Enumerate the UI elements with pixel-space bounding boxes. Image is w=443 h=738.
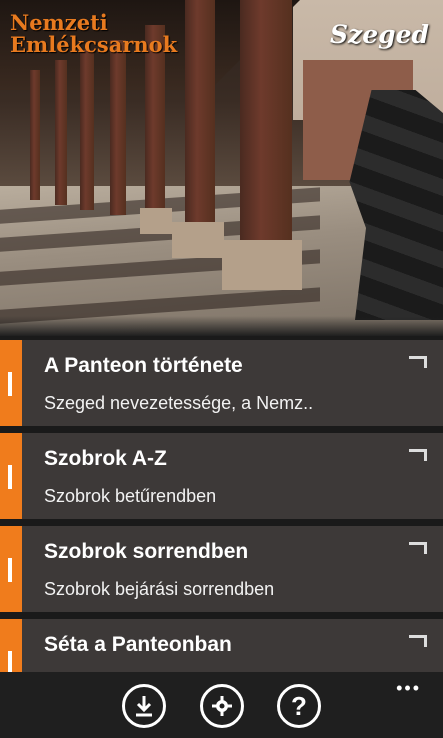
item-accent-bar	[0, 340, 22, 426]
menu-item-panteon-tortenete[interactable]: A Panteon története Szeged nevezetessége…	[0, 340, 443, 426]
item-accent-bar	[0, 433, 22, 519]
item-accent-bar	[0, 526, 22, 612]
menu-item-title: Szobrok A-Z	[44, 447, 167, 470]
hero-pillar	[55, 60, 67, 205]
hero-pillar-base	[140, 208, 172, 234]
menu-list: A Panteon története Szeged nevezetessége…	[0, 340, 443, 712]
menu-item-title: Szobrok sorrendben	[44, 540, 249, 563]
corner-arrow-icon	[409, 449, 427, 461]
app-logo: Nemzeti Emlékcsarnok	[10, 12, 177, 56]
help-icon: ?	[291, 690, 307, 721]
hero-pillar-base	[222, 240, 302, 290]
settings-button[interactable]	[200, 684, 244, 728]
corner-arrow-icon	[409, 356, 427, 368]
hero-photo: Nemzeti Emlékcsarnok Szeged	[0, 0, 443, 336]
hero-pillar	[240, 0, 292, 250]
city-title: Szeged	[329, 20, 429, 49]
download-icon	[136, 696, 152, 717]
menu-item-szobrok-sorrendben[interactable]: Szobrok sorrendben Szobrok bejárási sorr…	[0, 526, 443, 612]
menu-item-subtitle: Szobrok bejárási sorrendben	[44, 579, 275, 599]
logo-line-1: Nemzeti	[10, 10, 108, 35]
menu-item-title: A Panteon története	[44, 354, 243, 377]
menu-item-title: Séta a Panteonban	[44, 633, 232, 656]
download-button[interactable]	[122, 684, 166, 728]
hero-pillar	[110, 40, 126, 215]
corner-arrow-icon	[409, 542, 427, 554]
menu-item-szobrok-a-z[interactable]: Szobrok A-Z Szobrok betűrendben	[0, 433, 443, 519]
hero-fade	[0, 316, 443, 336]
logo-line-2: Emlékcsarnok	[10, 32, 178, 57]
hero-pillar	[185, 0, 215, 235]
hero-pillar-base	[172, 222, 224, 258]
hero-pillar	[30, 70, 40, 200]
corner-arrow-icon	[409, 635, 427, 647]
gear-icon	[212, 696, 232, 716]
app-bar: ? •••	[0, 672, 443, 738]
menu-item-subtitle: Szobrok betűrendben	[44, 486, 217, 506]
menu-item-subtitle: Szeged nevezetessége, a Nemz..	[44, 393, 314, 413]
help-button[interactable]: ?	[277, 684, 321, 728]
hero-pillar	[80, 50, 94, 210]
more-options-button[interactable]: •••	[396, 678, 421, 699]
